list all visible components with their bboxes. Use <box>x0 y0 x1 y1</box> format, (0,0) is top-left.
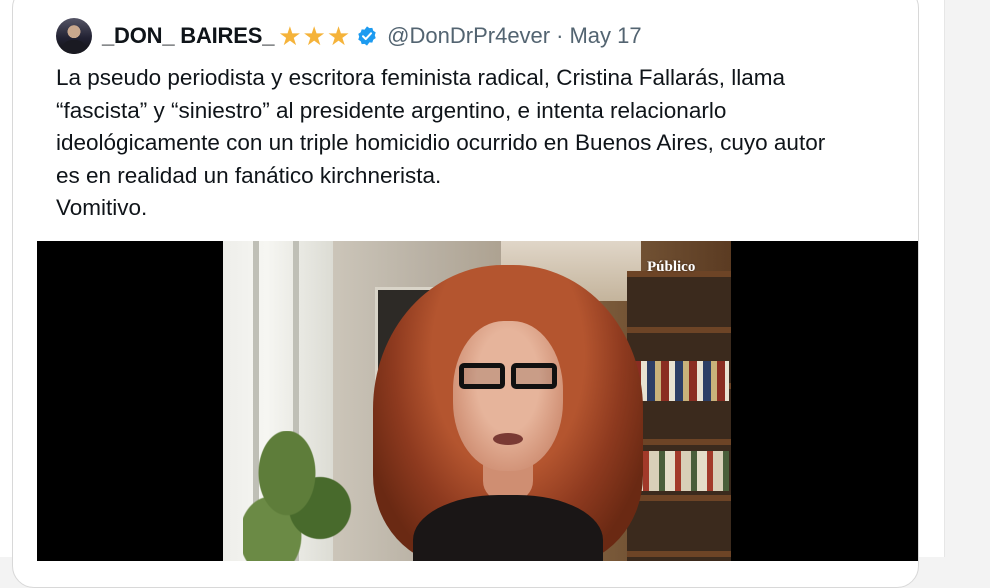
tweet-video-media[interactable]: Público <box>37 241 918 561</box>
name-star-badges: ★ ★ ★ <box>278 23 351 49</box>
video-books-lower <box>633 451 729 491</box>
verified-badge-icon[interactable] <box>356 25 378 47</box>
speaker-glasses <box>453 363 563 391</box>
video-frame[interactable]: Público <box>223 241 731 561</box>
tweet-text: La pseudo periodista y escritora feminis… <box>56 65 826 220</box>
video-books-upper <box>633 361 729 401</box>
display-name[interactable]: _DON_ BAIRES_ <box>102 23 274 49</box>
timeline-column: _DON_ BAIRES_ ★ ★ ★ @DonDrPr4ever · May … <box>0 0 945 588</box>
star-icon: ★ <box>278 21 302 51</box>
video-speaker <box>373 265 643 561</box>
tweet-date[interactable]: May 17 <box>569 23 641 49</box>
avatar-figure <box>62 40 86 54</box>
tweet-header: _DON_ BAIRES_ ★ ★ ★ @DonDrPr4ever · May … <box>102 22 642 50</box>
user-avatar[interactable] <box>56 18 92 54</box>
video-watermark: Público <box>647 259 696 275</box>
header-separator: · <box>556 23 564 48</box>
star-icon: ★ <box>326 21 351 51</box>
speaker-face <box>453 321 563 471</box>
speaker-mouth <box>493 433 523 445</box>
user-handle[interactable]: @DonDrPr4ever <box>387 23 550 49</box>
video-plant <box>243 431 353 561</box>
star-icon: ★ <box>302 21 326 51</box>
